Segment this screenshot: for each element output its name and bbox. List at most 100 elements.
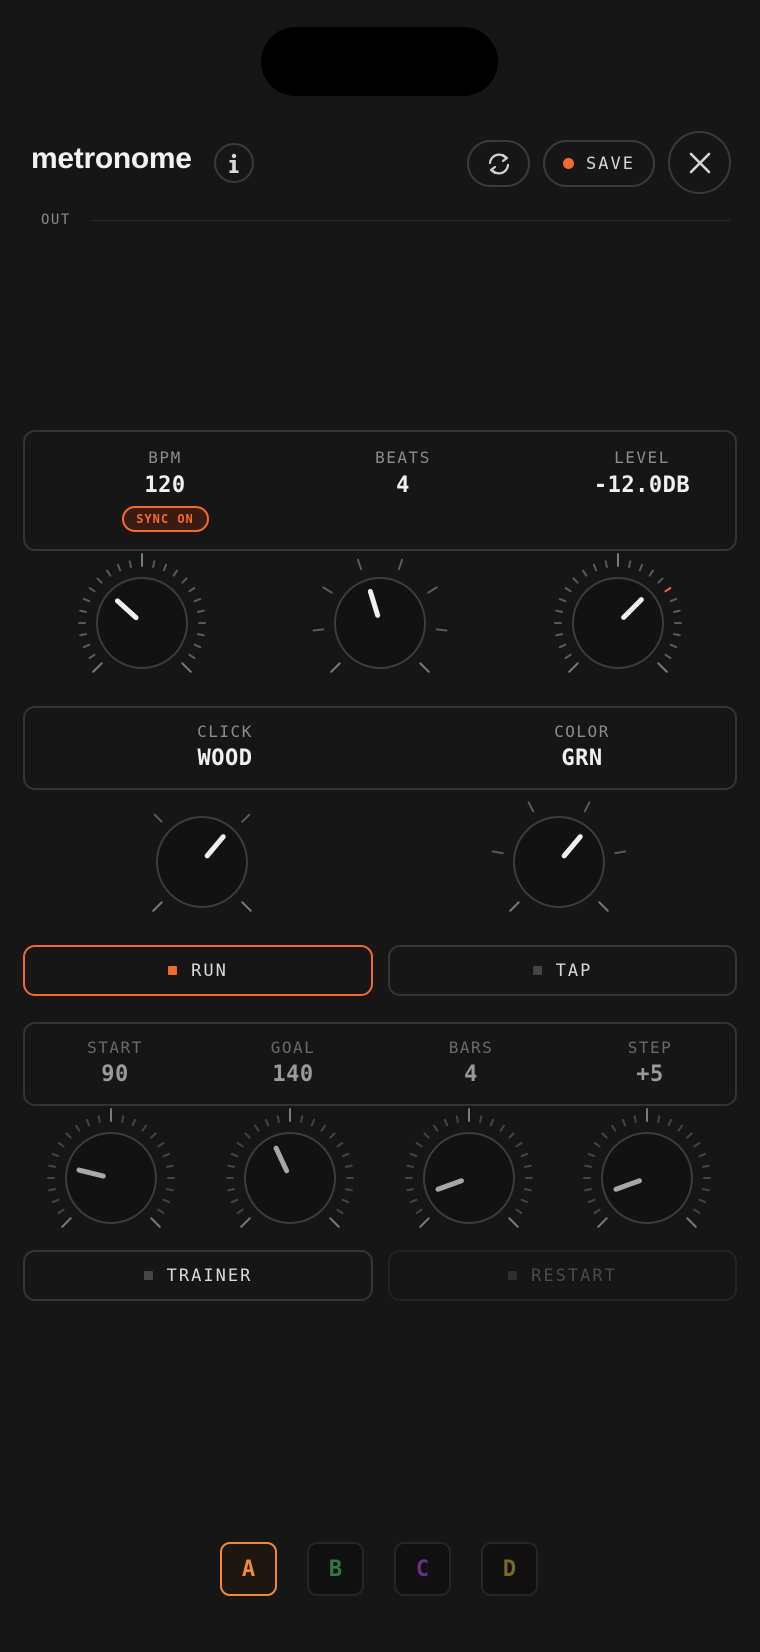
knob-tick bbox=[230, 1198, 239, 1204]
knob-tick bbox=[193, 643, 202, 649]
knob-tick bbox=[584, 1164, 593, 1168]
start-knob[interactable] bbox=[47, 1108, 175, 1228]
knob-tick bbox=[329, 1217, 340, 1228]
knob-tick bbox=[587, 1152, 596, 1158]
knob-body bbox=[244, 1132, 336, 1224]
knob-tick bbox=[116, 563, 122, 572]
knob-tick bbox=[128, 560, 132, 569]
knob-body bbox=[65, 1132, 157, 1224]
knob-body bbox=[423, 1132, 515, 1224]
knob-tick bbox=[92, 662, 103, 673]
knob-tick bbox=[165, 1188, 174, 1192]
knob-tick bbox=[88, 586, 96, 593]
knob-tick bbox=[165, 1164, 174, 1168]
knob-tick bbox=[515, 1141, 523, 1148]
knob-tick bbox=[79, 609, 88, 613]
knob-tick bbox=[336, 1208, 344, 1215]
knob-tick bbox=[520, 1198, 529, 1204]
knob-tick bbox=[329, 1132, 336, 1139]
knob-tick bbox=[558, 643, 567, 649]
knob-tick bbox=[344, 1188, 353, 1192]
step-knob[interactable] bbox=[583, 1108, 711, 1228]
knob-tick bbox=[593, 1208, 601, 1215]
knob-tick bbox=[701, 1188, 710, 1192]
bpm-knob[interactable] bbox=[78, 553, 206, 673]
knob-tick bbox=[701, 1164, 710, 1168]
knob-tick bbox=[96, 577, 103, 584]
knob-tick bbox=[435, 628, 448, 632]
knob-tick bbox=[508, 1132, 515, 1139]
knob-body bbox=[513, 816, 605, 908]
knob-tick bbox=[499, 1124, 506, 1132]
color-knob[interactable] bbox=[491, 801, 627, 912]
knob-tick bbox=[406, 1164, 415, 1168]
knob-tick bbox=[48, 1164, 57, 1168]
knob-tick bbox=[131, 1118, 137, 1127]
knob-tick bbox=[523, 1164, 532, 1168]
knob-tick bbox=[82, 597, 91, 603]
knob-body bbox=[601, 1132, 693, 1224]
knob-tick bbox=[584, 1188, 593, 1192]
knob-tick bbox=[157, 1141, 165, 1148]
knob-tick bbox=[621, 1118, 627, 1127]
knob-body bbox=[572, 577, 664, 669]
knob-tick bbox=[693, 1141, 701, 1148]
knob-tick bbox=[227, 1164, 236, 1168]
knob-tick bbox=[633, 1115, 637, 1124]
knob-tick bbox=[188, 653, 196, 660]
bars-knob[interactable] bbox=[405, 1108, 533, 1228]
knob-tick bbox=[583, 801, 591, 813]
bank-c-button[interactable]: C bbox=[394, 1542, 451, 1596]
knob-tick bbox=[698, 1198, 707, 1204]
knob-tick bbox=[693, 1208, 701, 1215]
knob-tick bbox=[336, 1141, 344, 1148]
knob-tick bbox=[648, 569, 655, 577]
knob-tick bbox=[356, 558, 363, 571]
knob-tick bbox=[241, 813, 251, 823]
knob-tick bbox=[409, 1152, 418, 1158]
knob-tick bbox=[162, 563, 168, 572]
knob-tick bbox=[593, 1141, 601, 1148]
knob-tick bbox=[240, 1217, 251, 1228]
bank-a-button[interactable]: A bbox=[220, 1542, 277, 1596]
knob-tick bbox=[397, 558, 404, 571]
knob-tick bbox=[664, 586, 672, 593]
knob-tick bbox=[162, 1198, 171, 1204]
bank-d-button[interactable]: D bbox=[481, 1542, 538, 1596]
knob-tick bbox=[628, 560, 632, 569]
knob-tick bbox=[51, 1198, 60, 1204]
knob-tick bbox=[97, 1115, 101, 1124]
knob-tick bbox=[88, 653, 96, 660]
knob-tick bbox=[657, 1115, 661, 1124]
knob-tick bbox=[601, 1132, 608, 1139]
goal-knob[interactable] bbox=[226, 1108, 354, 1228]
knob-tick bbox=[310, 1118, 316, 1127]
knob-tick bbox=[555, 633, 564, 637]
knob-tick bbox=[57, 1208, 65, 1215]
knob-tick bbox=[51, 1152, 60, 1158]
knob-tick bbox=[157, 1208, 165, 1215]
knob-tick bbox=[74, 1124, 81, 1132]
knob-tick bbox=[508, 1217, 519, 1228]
knob-tick bbox=[489, 1118, 495, 1127]
knob-tick bbox=[181, 662, 192, 673]
knob-tick bbox=[121, 1115, 125, 1124]
bank-b-button[interactable]: B bbox=[307, 1542, 364, 1596]
knob-tick bbox=[152, 901, 163, 912]
knob-tick bbox=[669, 643, 678, 649]
level-knob[interactable] bbox=[554, 553, 682, 673]
knob-tick bbox=[523, 1188, 532, 1192]
knob-tick bbox=[341, 1152, 350, 1158]
click-knob[interactable] bbox=[152, 813, 252, 912]
knob-tick bbox=[423, 1132, 430, 1139]
knob-tick bbox=[564, 653, 572, 660]
knob-tick bbox=[581, 569, 588, 577]
knob-tick bbox=[677, 1124, 684, 1132]
knob-tick bbox=[672, 609, 681, 613]
knob-tick bbox=[415, 1208, 423, 1215]
knob-tick bbox=[276, 1115, 280, 1124]
knob-tick bbox=[672, 633, 681, 637]
beats-knob[interactable] bbox=[312, 558, 448, 673]
knob-tick bbox=[230, 1152, 239, 1158]
knob-tick bbox=[564, 586, 572, 593]
